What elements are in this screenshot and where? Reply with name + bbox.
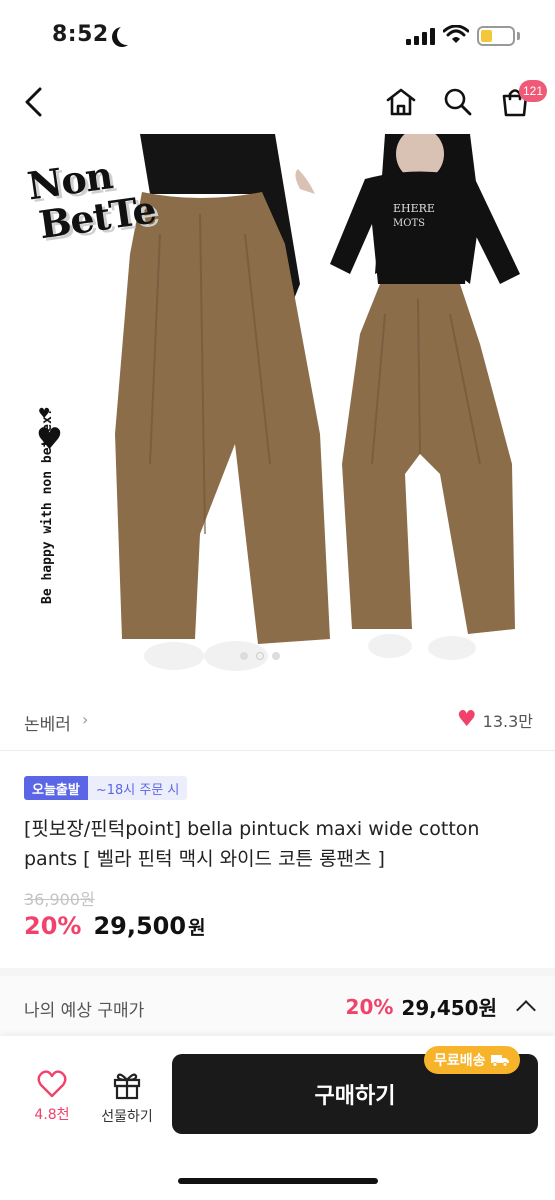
chevron-right-icon: › [82, 710, 89, 729]
free-shipping-label: 무료배송 [434, 1053, 486, 1069]
chevron-up-icon[interactable] [516, 999, 536, 1020]
carousel-dot[interactable] [240, 652, 248, 660]
expected-price-label: 나의 예상 구매가 [24, 1001, 145, 1021]
svg-text:EHERE: EHERE [393, 202, 435, 215]
seller-row[interactable]: 논베러 › ♥ 13.3만 [0, 698, 555, 746]
like-count-value: 13.3만 [482, 712, 533, 731]
product-title: [핏보장/핀턱point] bella pintuck maxi wide co… [24, 818, 480, 870]
svg-text:MOTS: MOTS [393, 218, 425, 229]
carousel-indicator [240, 652, 280, 660]
section-divider [0, 968, 555, 976]
top-nav [0, 70, 555, 134]
heart-outline-icon [37, 1070, 67, 1098]
gift-button[interactable]: 선물하기 [92, 1070, 162, 1126]
carousel-dot[interactable] [256, 652, 264, 660]
home-icon [386, 88, 416, 116]
moon-icon [117, 25, 137, 45]
price-row: 20% 29,500 원 [24, 912, 206, 940]
expected-price: 29,450원 [401, 996, 497, 1020]
wishlist-count: 4.8천 [34, 1107, 70, 1123]
search-button[interactable] [440, 84, 476, 120]
wifi-icon [443, 25, 469, 43]
side-slogan: Be happy with non bettex! [40, 408, 55, 604]
home-indicator [178, 1178, 378, 1184]
cart-count-badge: 121 [519, 80, 548, 102]
battery-icon [477, 26, 515, 46]
cellular-signal-icon [406, 28, 435, 45]
free-shipping-badge: 무료배송 [424, 1046, 520, 1074]
order-cutoff-badge: ~18시 주문 시 [87, 776, 188, 800]
search-icon [444, 88, 472, 116]
heart-icon: ♥ [456, 707, 477, 732]
home-button[interactable] [383, 84, 419, 120]
brand-logo: Non BetTe [24, 152, 159, 248]
product-image-carousel[interactable]: EHERE MOTS Non BetTe ♥ ♥ Be happy with n… [0, 134, 555, 680]
gift-label: 선물하기 [101, 1109, 153, 1125]
wishlist-button[interactable]: 4.8천 [24, 1070, 80, 1124]
expected-price-row[interactable]: 나의 예상 구매가 20% 29,450원 [0, 976, 555, 1036]
status-bar: 8:52 [0, 0, 555, 70]
delivery-badge: 오늘출발 ~18시 주문 시 [24, 776, 188, 800]
seller-name[interactable]: 논베러 [24, 710, 71, 735]
gift-icon [113, 1073, 141, 1100]
sale-price: 29,500 원 [93, 912, 206, 940]
status-time: 8:52 [52, 22, 109, 47]
today-shipping-badge: 오늘출발 [24, 776, 88, 800]
divider [0, 750, 555, 751]
back-button[interactable] [16, 84, 52, 120]
original-price: 36,900원 [24, 890, 95, 909]
truck-icon [490, 1055, 509, 1067]
like-count: ♥ 13.3만 [457, 708, 533, 732]
back-arrow-icon [25, 87, 42, 117]
expected-discount: 20% [345, 994, 394, 1019]
carousel-dot[interactable] [272, 652, 280, 660]
discount-rate: 20% [24, 912, 82, 940]
